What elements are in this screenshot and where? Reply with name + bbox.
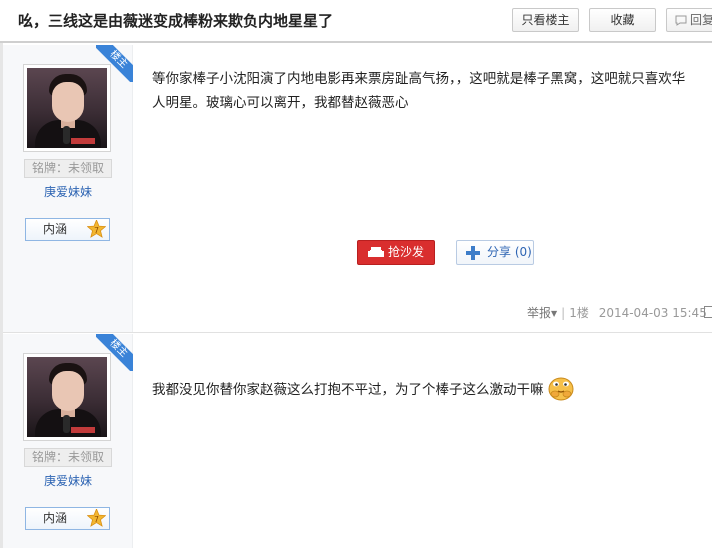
username-link[interactable]: 庚爱妹妹 <box>3 472 133 489</box>
star-badge-icon: 7 <box>87 509 106 527</box>
comment-icon <box>675 15 687 26</box>
avatar-image <box>27 68 107 148</box>
avatar[interactable] <box>23 353 111 441</box>
neihan-level-badge[interactable]: 内涵 7 <box>25 218 110 241</box>
thread-header: 吆，三线这是由薇迷变成棒粉来欺负内地星星了 只看楼主 收藏 回复 <box>0 0 712 43</box>
author-sidebar: 楼主 铭牌：未领取 庚爱妹妹 内涵 7 <box>3 45 133 332</box>
medal-badge: 铭牌：未领取 <box>24 159 112 178</box>
star-badge-icon: 7 <box>87 220 106 238</box>
author-sidebar: 楼主 铭牌：未领取 庚爱妹妹 内涵 7 <box>3 334 133 548</box>
medal-badge: 铭牌：未领取 <box>24 448 112 467</box>
username-link[interactable]: 庚爱妹妹 <box>3 183 133 200</box>
more-icon[interactable] <box>704 306 712 318</box>
sofa-icon <box>368 247 384 257</box>
thread-title: 吆，三线这是由薇迷变成棒粉来欺负内地星星了 <box>18 12 334 30</box>
svg-text:7: 7 <box>94 226 99 235</box>
svg-text:7: 7 <box>94 515 99 524</box>
plus-share-icon <box>466 246 480 260</box>
report-link[interactable]: 举报▼ <box>527 306 557 320</box>
floor-number: 1楼 <box>569 306 589 320</box>
reply-label: 回复 <box>690 13 712 27</box>
chevron-down-icon: ▼ <box>551 309 558 318</box>
post-text-line: 等你家棒子小沈阳演了内地电影再来票房趾高气扬，，这吧就是棒子黑窝，这吧就只喜欢华 <box>152 71 686 87</box>
neihan-label: 内涵 <box>43 222 68 236</box>
grab-sofa-button[interactable]: 抢沙发 <box>357 240 435 265</box>
post-content: 我都没见你替你家赵薇这么打抱不平过，为了个棒子这么激动干嘛 <box>152 372 712 402</box>
reply-button[interactable]: 回复 <box>666 8 712 32</box>
emoji-pleading-icon <box>548 377 573 401</box>
avatar-image <box>27 357 107 437</box>
neihan-level-badge[interactable]: 内涵 7 <box>25 507 110 530</box>
avatar[interactable] <box>23 64 111 152</box>
post-text-line: 人明星。玻璃心可以离开，我都替赵薇恶心 <box>152 95 409 111</box>
post-content: 等你家棒子小沈阳演了内地电影再来票房趾高气扬，，这吧就是棒子黑窝，这吧就只喜欢华… <box>152 67 712 115</box>
only-op-button[interactable]: 只看楼主 <box>512 8 579 32</box>
favorite-button[interactable]: 收藏 <box>589 8 656 32</box>
share-button[interactable]: 分享 (0) <box>456 240 534 265</box>
post-meta: 举报▼ | 1楼 2014-04-03 15:45 <box>527 306 707 320</box>
post-floor-2: 楼主 铭牌：未领取 庚爱妹妹 内涵 7 我都没见你替你家赵薇这么打抱不平过，为了… <box>3 334 712 548</box>
post-timestamp: 2014-04-03 15:45 <box>598 306 707 320</box>
post-floor-1: 楼主 铭牌：未领取 庚爱妹妹 内涵 7 等你家棒子小沈阳演了内地电影再来票房趾高… <box>3 45 712 333</box>
post-text-line: 我都没见你替你家赵薇这么打抱不平过，为了个棒子这么激动干嘛 <box>152 382 544 398</box>
neihan-label: 内涵 <box>43 511 68 525</box>
